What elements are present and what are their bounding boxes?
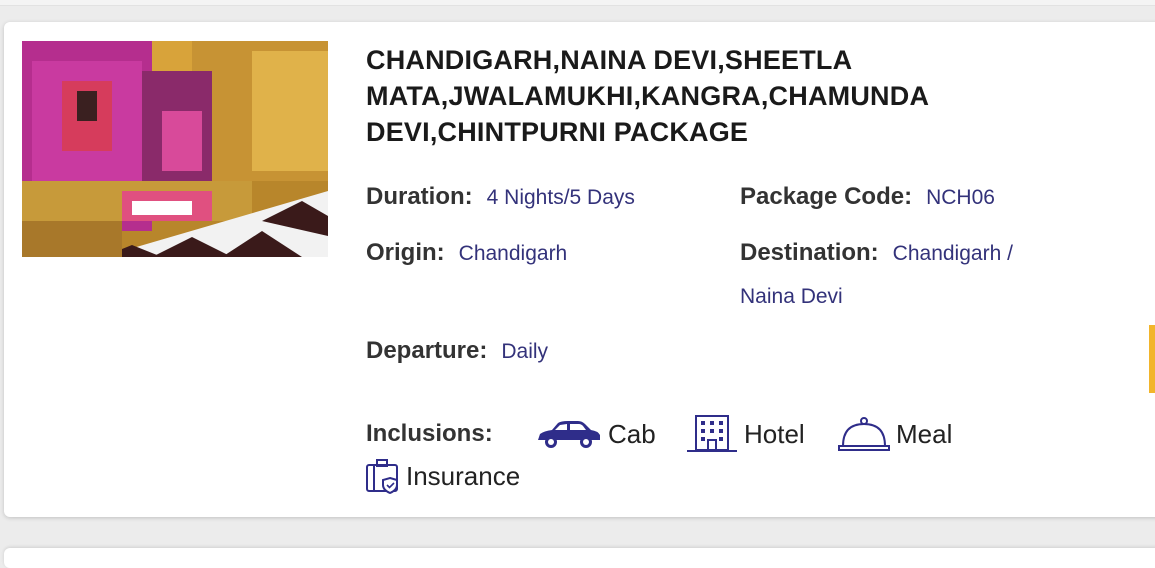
inclusions-label: Inclusions: <box>366 420 493 447</box>
insurance-icon <box>366 459 398 494</box>
meal-cloche-icon <box>838 417 890 451</box>
departure-label: Departure: <box>366 337 488 364</box>
hotel-icon <box>687 415 737 452</box>
duration-value: 4 Nights/5 Days <box>486 186 635 209</box>
destination-value-continued: Naina Devi <box>740 285 843 308</box>
package-code-value: NCH06 <box>926 186 995 209</box>
duration-field: Duration: 4 Nights/5 Days <box>366 183 635 212</box>
origin-field: Origin: Chandigarh <box>366 239 567 268</box>
inclusion-meal-label: Meal <box>896 419 953 449</box>
inclusion-hotel: Hotel <box>686 414 805 454</box>
departure-field: Departure: Daily <box>366 337 548 366</box>
scroll-accent-bar <box>1149 325 1155 393</box>
inclusion-meal: Meal <box>838 414 952 454</box>
departure-value: Daily <box>501 340 549 363</box>
package-code-field: Package Code: NCH06 <box>740 183 995 212</box>
inclusion-cab-label: Cab <box>608 419 656 449</box>
package-title[interactable]: CHANDIGARH,NAINA DEVI,SHEETLA MATA,JWALA… <box>366 42 1066 150</box>
inclusion-insurance-label: Insurance <box>406 461 521 491</box>
temple-image <box>22 41 328 257</box>
car-icon <box>538 421 600 448</box>
origin-value: Chandigarh <box>458 242 568 265</box>
destination-value: Chandigarh / <box>892 242 1013 265</box>
package-thumbnail[interactable] <box>22 41 328 257</box>
next-card-edge <box>4 548 1155 568</box>
previous-card-edge <box>0 0 1155 6</box>
destination-label: Destination: <box>740 239 879 266</box>
inclusion-insurance: Insurance <box>366 456 520 496</box>
inclusion-hotel-label: Hotel <box>744 419 805 449</box>
origin-label: Origin: <box>366 239 445 266</box>
destination-field: Destination: Chandigarh / <box>740 239 1013 268</box>
inclusion-cab: Cab <box>534 414 656 454</box>
package-code-label: Package Code: <box>740 183 913 210</box>
duration-label: Duration: <box>366 183 473 210</box>
